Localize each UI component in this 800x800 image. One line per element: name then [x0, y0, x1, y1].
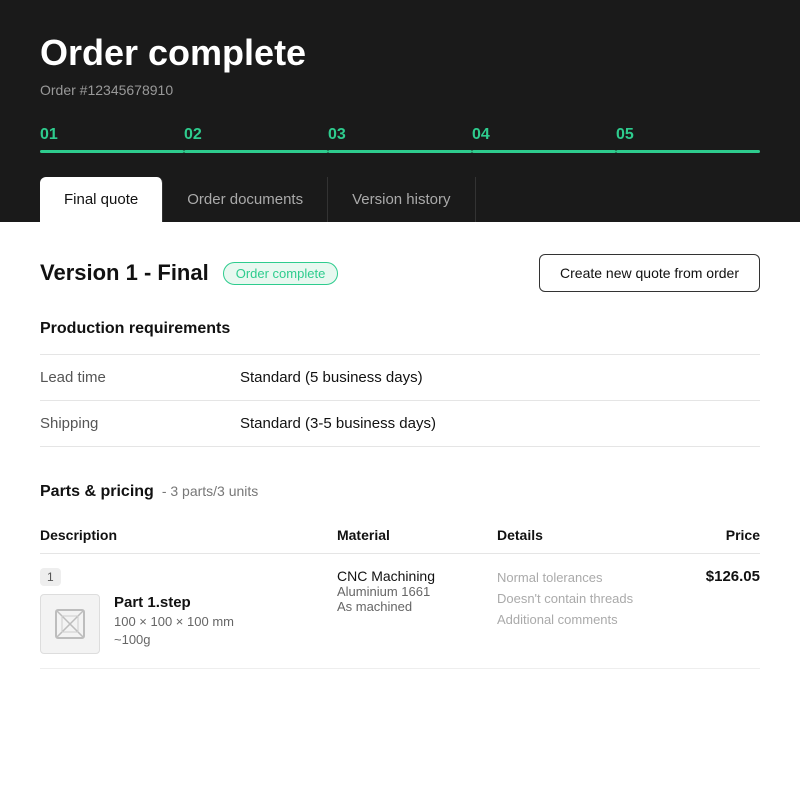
- step-2: 02: [184, 126, 328, 153]
- part-name: Part 1.step: [114, 594, 234, 611]
- parts-title: Parts & pricing: [40, 483, 154, 501]
- col-material: Material: [337, 517, 497, 554]
- step-3: 03: [328, 126, 472, 153]
- parts-table: Description Material Details Price 1: [40, 517, 760, 669]
- step-1-number: 01: [40, 126, 184, 144]
- part-dimensions: 100 × 100 × 100 mm: [114, 614, 234, 629]
- status-badge: Order complete: [223, 262, 339, 285]
- parts-table-header-row: Description Material Details Price: [40, 517, 760, 554]
- parts-pricing-section: Parts & pricing - 3 parts/3 units Descri…: [40, 483, 760, 669]
- lead-time-value: Standard (5 business days): [240, 355, 760, 401]
- material-grade: Aluminium 1661: [337, 584, 497, 599]
- tab-order-documents[interactable]: Order documents: [163, 177, 328, 222]
- step-4: 04: [472, 126, 616, 153]
- detail-tolerances: Normal tolerances: [497, 568, 677, 589]
- shipping-value: Standard (3-5 business days): [240, 401, 760, 447]
- step-5-line: [616, 150, 760, 153]
- part-info: Part 1.step 100 × 100 × 100 mm ~100g: [40, 594, 337, 654]
- detail-comments: Additional comments: [497, 610, 677, 631]
- version-title: Version 1 - Final: [40, 260, 209, 286]
- part-thumbnail-icon: [52, 606, 88, 642]
- step-3-number: 03: [328, 126, 472, 144]
- step-1: 01: [40, 126, 184, 153]
- lead-time-label: Lead time: [40, 355, 240, 401]
- table-row: Lead time Standard (5 business days): [40, 355, 760, 401]
- part-weight: ~100g: [114, 632, 234, 647]
- tab-final-quote[interactable]: Final quote: [40, 177, 163, 222]
- step-1-line: [40, 150, 184, 153]
- order-number: Order #12345678910: [40, 82, 760, 98]
- col-description: Description: [40, 517, 337, 554]
- step-4-line: [472, 150, 616, 153]
- table-row: 1 Part 1.step: [40, 554, 760, 669]
- step-4-number: 04: [472, 126, 616, 144]
- production-requirements-section: Production requirements Lead time Standa…: [40, 320, 760, 447]
- part-details-cell: Normal tolerances Doesn't contain thread…: [497, 554, 677, 669]
- table-row: Shipping Standard (3-5 business days): [40, 401, 760, 447]
- create-quote-button[interactable]: Create new quote from order: [539, 254, 760, 292]
- step-2-number: 02: [184, 126, 328, 144]
- tab-bar: Final quote Order documents Version hist…: [40, 177, 760, 222]
- tab-version-history[interactable]: Version history: [328, 177, 475, 222]
- production-section-title: Production requirements: [40, 320, 760, 338]
- step-2-line: [184, 150, 328, 153]
- parts-subtitle: - 3 parts/3 units: [162, 483, 259, 499]
- part-thumbnail: [40, 594, 100, 654]
- part-description-cell: 1 Part 1.step: [40, 554, 337, 669]
- part-material-cell: CNC Machining Aluminium 1661 As machined: [337, 554, 497, 669]
- step-3-line: [328, 150, 472, 153]
- col-details: Details: [497, 517, 677, 554]
- part-price-cell: $126.05: [677, 554, 760, 669]
- version-title-group: Version 1 - Final Order complete: [40, 260, 338, 286]
- page-header: Order complete Order #12345678910 01 02 …: [0, 0, 800, 222]
- requirements-table: Lead time Standard (5 business days) Shi…: [40, 354, 760, 447]
- step-5-number: 05: [616, 126, 760, 144]
- version-header: Version 1 - Final Order complete Create …: [40, 254, 760, 292]
- main-content: Version 1 - Final Order complete Create …: [0, 222, 800, 701]
- col-price: Price: [677, 517, 760, 554]
- progress-steps: 01 02 03 04 05: [40, 126, 760, 153]
- parts-header: Parts & pricing - 3 parts/3 units: [40, 483, 760, 501]
- step-5: 05: [616, 126, 760, 153]
- shipping-label: Shipping: [40, 401, 240, 447]
- row-number: 1: [40, 568, 61, 586]
- detail-threads: Doesn't contain threads: [497, 589, 677, 610]
- part-details-text: Part 1.step 100 × 100 × 100 mm ~100g: [114, 594, 234, 647]
- material-process: CNC Machining: [337, 568, 497, 584]
- order-title: Order complete: [40, 32, 760, 74]
- material-finish: As machined: [337, 599, 497, 614]
